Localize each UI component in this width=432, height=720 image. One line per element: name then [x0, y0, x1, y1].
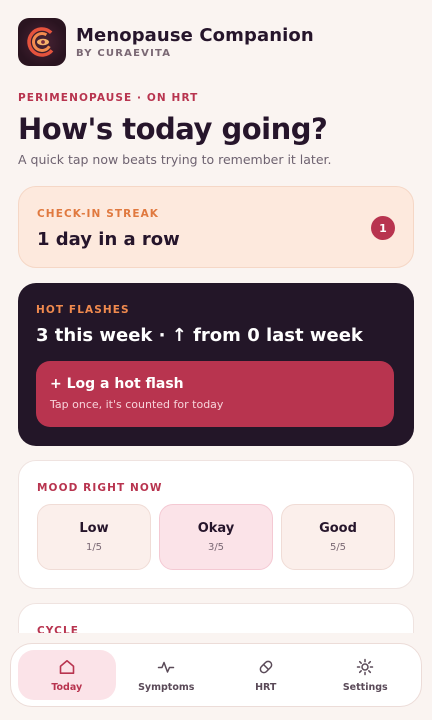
log-hot-flash-hint: Tap once, it's counted for today	[50, 398, 224, 411]
streak-value: 1 day in a row	[37, 229, 180, 250]
mood-label: MOOD RIGHT NOW	[37, 482, 163, 494]
hot-flashes-summary: 3 this week · ↑ from 0 last week	[36, 325, 363, 346]
mood-option-score: 1/5	[85, 542, 103, 553]
treatment-context-label: PERIMENOPAUSE · ON HRT	[18, 92, 199, 104]
mood-option-name: Okay	[197, 521, 235, 536]
nav-label: HRT	[255, 681, 277, 693]
mood-option-score: 5/5	[329, 542, 347, 553]
app-title: Menopause Companion	[76, 25, 314, 46]
nav-item-settings[interactable]: Settings	[317, 650, 415, 700]
mood-option-good[interactable]: Good 5/5	[281, 504, 395, 570]
check-in-streak-card: CHECK-IN STREAK 1 day in a row 1	[18, 186, 414, 268]
mood-option-name: Low	[79, 521, 109, 536]
nav-label: Symptoms	[138, 681, 195, 693]
nav-label: Settings	[342, 681, 388, 693]
bottom-nav: Today Symptoms HRT Settings	[10, 643, 422, 707]
nav-item-symptoms[interactable]: Symptoms	[118, 650, 216, 700]
mood-option-name: Good	[319, 521, 357, 536]
log-hot-flash-button[interactable]: + Log a hot flash Tap once, it's counted…	[36, 361, 394, 427]
curaevita-logo-icon	[27, 27, 57, 57]
streak-label: CHECK-IN STREAK	[37, 208, 160, 220]
mood-card: MOOD RIGHT NOW Low 1/5 Okay 3/5 Good 5/5	[18, 460, 414, 589]
app-logo	[18, 18, 66, 66]
hot-flashes-card: HOT FLASHES 3 this week · ↑ from 0 last …	[18, 283, 414, 446]
log-hot-flash-label: + Log a hot flash	[50, 376, 184, 392]
app-header: Menopause Companion BY CURAEVITA	[18, 18, 314, 66]
mood-option-score: 3/5	[207, 542, 225, 553]
page-subtitle: A quick tap now beats trying to remember…	[18, 152, 332, 167]
page-title: How's today going?	[18, 112, 328, 146]
app-subtitle: BY CURAEVITA	[76, 48, 172, 59]
streak-count-badge: 1	[371, 216, 395, 240]
mood-option-low[interactable]: Low 1/5	[37, 504, 151, 570]
hot-flashes-label: HOT FLASHES	[36, 304, 130, 316]
nav-label: Today	[51, 681, 83, 693]
nav-item-today[interactable]: Today	[18, 650, 116, 700]
mood-option-okay[interactable]: Okay 3/5	[159, 504, 273, 570]
home-icon	[59, 659, 75, 674]
mood-options: Low 1/5 Okay 3/5 Good 5/5	[37, 504, 395, 570]
gear-icon	[357, 658, 374, 675]
nav-item-hrt[interactable]: HRT	[217, 650, 315, 700]
pulse-icon	[158, 661, 175, 673]
pill-icon	[259, 660, 273, 673]
app-title-group: Menopause Companion BY CURAEVITA	[76, 25, 314, 59]
